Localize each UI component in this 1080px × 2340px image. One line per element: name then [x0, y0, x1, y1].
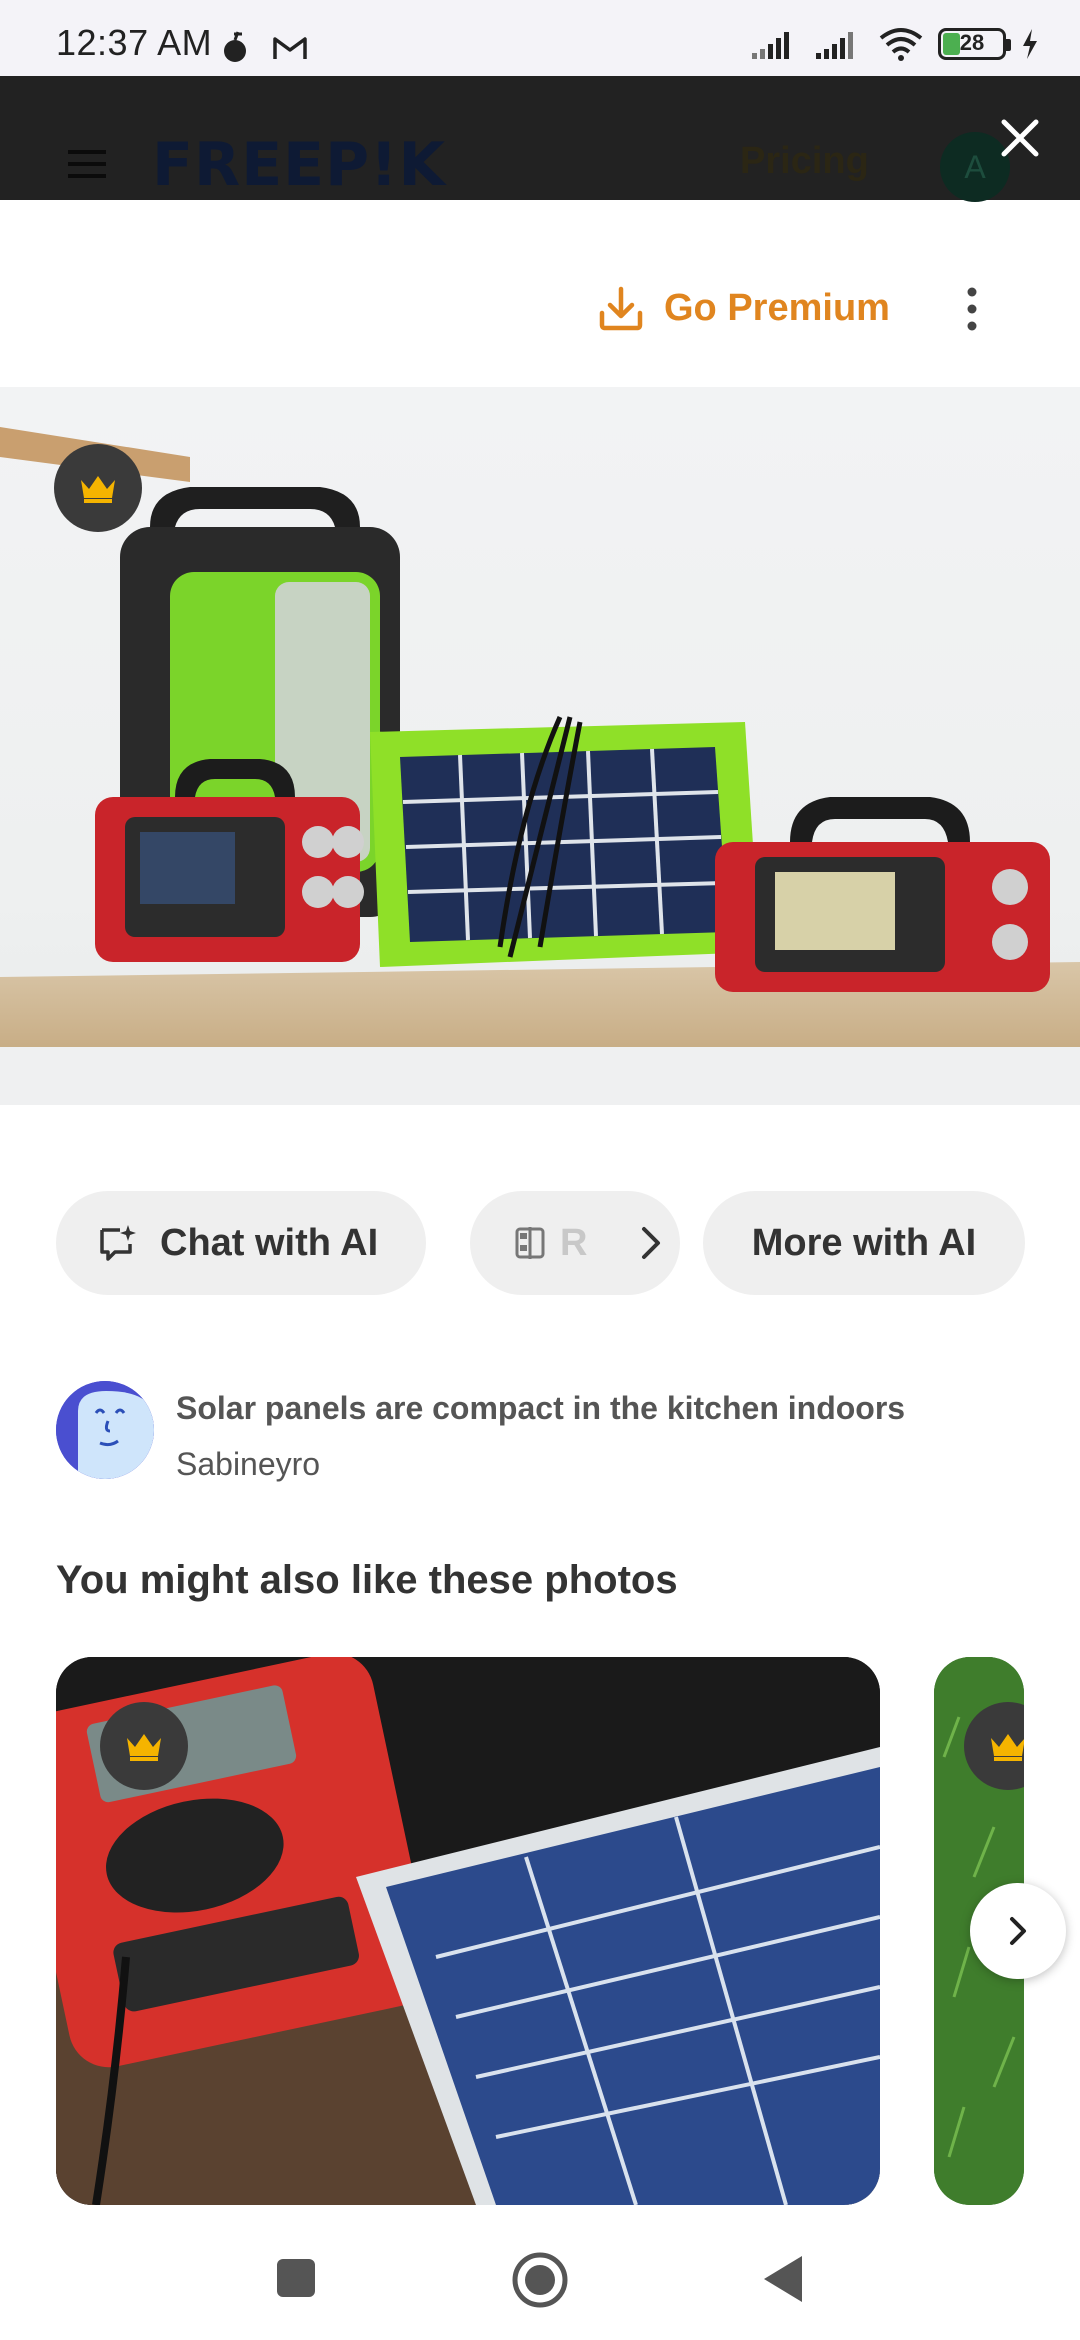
- gmail-icon: [272, 34, 308, 67]
- chevron-right-icon: [1010, 1917, 1026, 1945]
- hero-photo: [0, 427, 1080, 1105]
- related-photo-card[interactable]: [56, 1657, 880, 2205]
- author-avatar[interactable]: [56, 1381, 154, 1479]
- wifi-icon: [879, 28, 923, 61]
- more-with-ai-button[interactable]: More with AI: [703, 1191, 1025, 1295]
- bomb-icon: [222, 30, 250, 69]
- battery-icon: 28: [938, 28, 1011, 60]
- related-heading: You might also like these photos: [56, 1558, 678, 1602]
- signal-icon: [752, 32, 789, 59]
- hero-image[interactable]: [0, 387, 1080, 1105]
- signal-icon: [816, 32, 853, 59]
- download-icon: [599, 286, 643, 331]
- crown-icon: [81, 476, 115, 503]
- close-icon[interactable]: [994, 112, 1046, 164]
- recents-icon[interactable]: [274, 2256, 318, 2305]
- back-icon[interactable]: [760, 2252, 806, 2311]
- partial-ai-tool-label: R: [560, 1221, 588, 1264]
- carousel-next-button[interactable]: [970, 1883, 1066, 1979]
- hamburger-icon[interactable]: [66, 146, 110, 187]
- home-icon[interactable]: [510, 2250, 570, 2315]
- go-premium-label: Go Premium: [664, 286, 890, 329]
- author-name[interactable]: Sabineyro: [176, 1446, 320, 1483]
- crown-icon: [991, 1734, 1024, 1761]
- status-time: 12:37 AM: [56, 22, 213, 63]
- go-premium-button[interactable]: Go Premium: [596, 280, 890, 336]
- photo-title: Solar panels are compact in the kitchen …: [176, 1390, 906, 1426]
- status-icons: 28: [750, 24, 1040, 64]
- premium-badge: [54, 444, 142, 532]
- chat-with-ai-label: Chat with AI: [160, 1221, 379, 1264]
- crown-icon: [127, 1734, 161, 1761]
- reimagine-icon: [515, 1227, 545, 1259]
- pricing-link[interactable]: Pricing: [740, 140, 869, 183]
- status-bar: 12:37 AM 28: [0, 0, 1080, 76]
- kebab-icon[interactable]: [960, 286, 984, 332]
- premium-badge: [100, 1702, 188, 1790]
- charging-icon: [1023, 29, 1037, 59]
- freepik-logo[interactable]: FREEP!K: [152, 130, 446, 200]
- system-nav-bar: [0, 2220, 1080, 2340]
- chevron-right-icon[interactable]: [620, 1215, 680, 1271]
- chat-with-ai-button[interactable]: Chat with AI: [56, 1191, 426, 1295]
- battery-level: 28: [959, 30, 985, 55]
- ai-chat-icon: [100, 1225, 136, 1261]
